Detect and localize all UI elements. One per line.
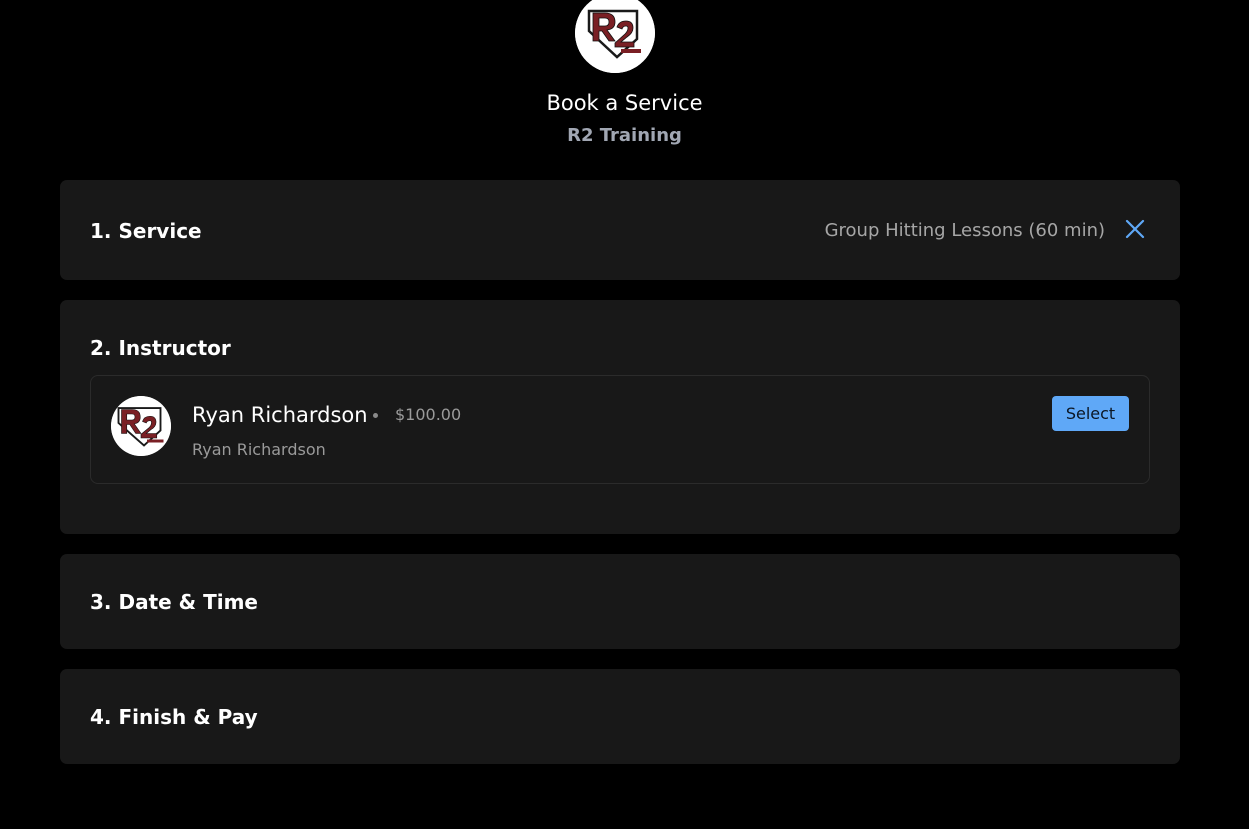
close-icon[interactable] (1122, 216, 1148, 242)
instructor-name: Ryan Richardson (192, 403, 368, 427)
step-datetime-title: 3. Date & Time (90, 590, 258, 614)
page-title: Book a Service (546, 91, 703, 115)
step-finish-title: 4. Finish & Pay (90, 705, 258, 729)
dot-separator (373, 413, 378, 418)
step-service-card[interactable]: 1. Service Group Hitting Lessons (60 min… (60, 180, 1180, 280)
selected-service-value: Group Hitting Lessons (60 min) (824, 220, 1105, 241)
business-name: R2 Training (567, 125, 682, 146)
step-finish-card[interactable]: 4. Finish & Pay (60, 669, 1180, 764)
step-datetime-card[interactable]: 3. Date & Time (60, 554, 1180, 649)
step-instructor-title: 2. Instructor (90, 336, 231, 360)
instructor-avatar-icon (111, 396, 171, 456)
step-service-title: 1. Service (90, 219, 202, 243)
instructor-subtitle: Ryan Richardson (192, 440, 326, 459)
instructor-option[interactable]: Ryan Richardson $100.00 Ryan Richardson … (90, 375, 1150, 484)
booking-page: Book a Service R2 Training 1. Service Gr… (0, 0, 1249, 829)
instructor-price: $100.00 (395, 405, 462, 424)
step-instructor-card: 2. Instructor Ryan Richardson $100.00 Ry… (60, 300, 1180, 534)
select-instructor-button[interactable]: Select (1052, 396, 1129, 431)
r2-training-logo-icon (575, 0, 655, 73)
